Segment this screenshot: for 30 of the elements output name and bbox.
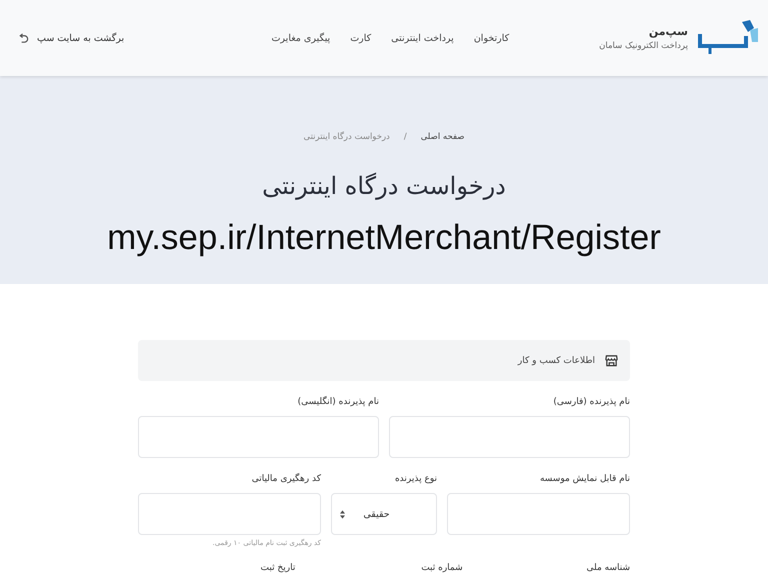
input-field[interactable] (389, 416, 630, 458)
type-dropdown[interactable]: حقیقی (331, 493, 437, 535)
nav-link[interactable]: پیگیری مغایرت (271, 32, 330, 44)
up-down-arrows-icon (340, 510, 345, 518)
undo-icon (18, 32, 29, 44)
back-link[interactable]: برگشت به سایت سپ (18, 32, 124, 44)
nav-link[interactable]: کارتخوان (474, 32, 510, 44)
input-field[interactable] (138, 416, 379, 458)
brand-name: سپ‌من (648, 25, 688, 38)
nav-link[interactable]: پرداخت اینترنتی (391, 32, 454, 44)
field-label: نام قابل نمایش موسسه (538, 474, 630, 484)
logo-icon (698, 20, 758, 56)
field-label: نام پذیرنده (انگلیسی) (296, 397, 379, 407)
section-title: اطلاعات کسب و کار (518, 356, 595, 366)
page-title: درخواست درگاه اینترنتی (262, 172, 506, 200)
field-label: تاریخ ثبت (260, 563, 296, 573)
field-label: کد رهگیری مالیاتی (250, 474, 321, 484)
url-caption: my.sep.ir/InternetMerchant/Register (107, 218, 661, 258)
field-label: نام پذیرنده (فارسی) (552, 397, 630, 407)
input-field[interactable] (138, 493, 321, 535)
breadcrumb-separator: / (404, 132, 407, 142)
store-icon (605, 354, 618, 367)
field-label: شماره ثبت (420, 563, 463, 573)
input-field[interactable] (447, 493, 630, 535)
field-label: نوع پذیرنده (394, 474, 437, 484)
breadcrumb-item[interactable]: صفحه اصلی (420, 132, 464, 142)
brand-subtitle: پرداخت الکترونیک سامان (599, 41, 688, 51)
breadcrumb-item: درخواست درگاه اینترنتی (304, 132, 390, 142)
nav-link[interactable]: کارت (350, 32, 372, 44)
field-label: شناسه ملی (585, 563, 630, 573)
